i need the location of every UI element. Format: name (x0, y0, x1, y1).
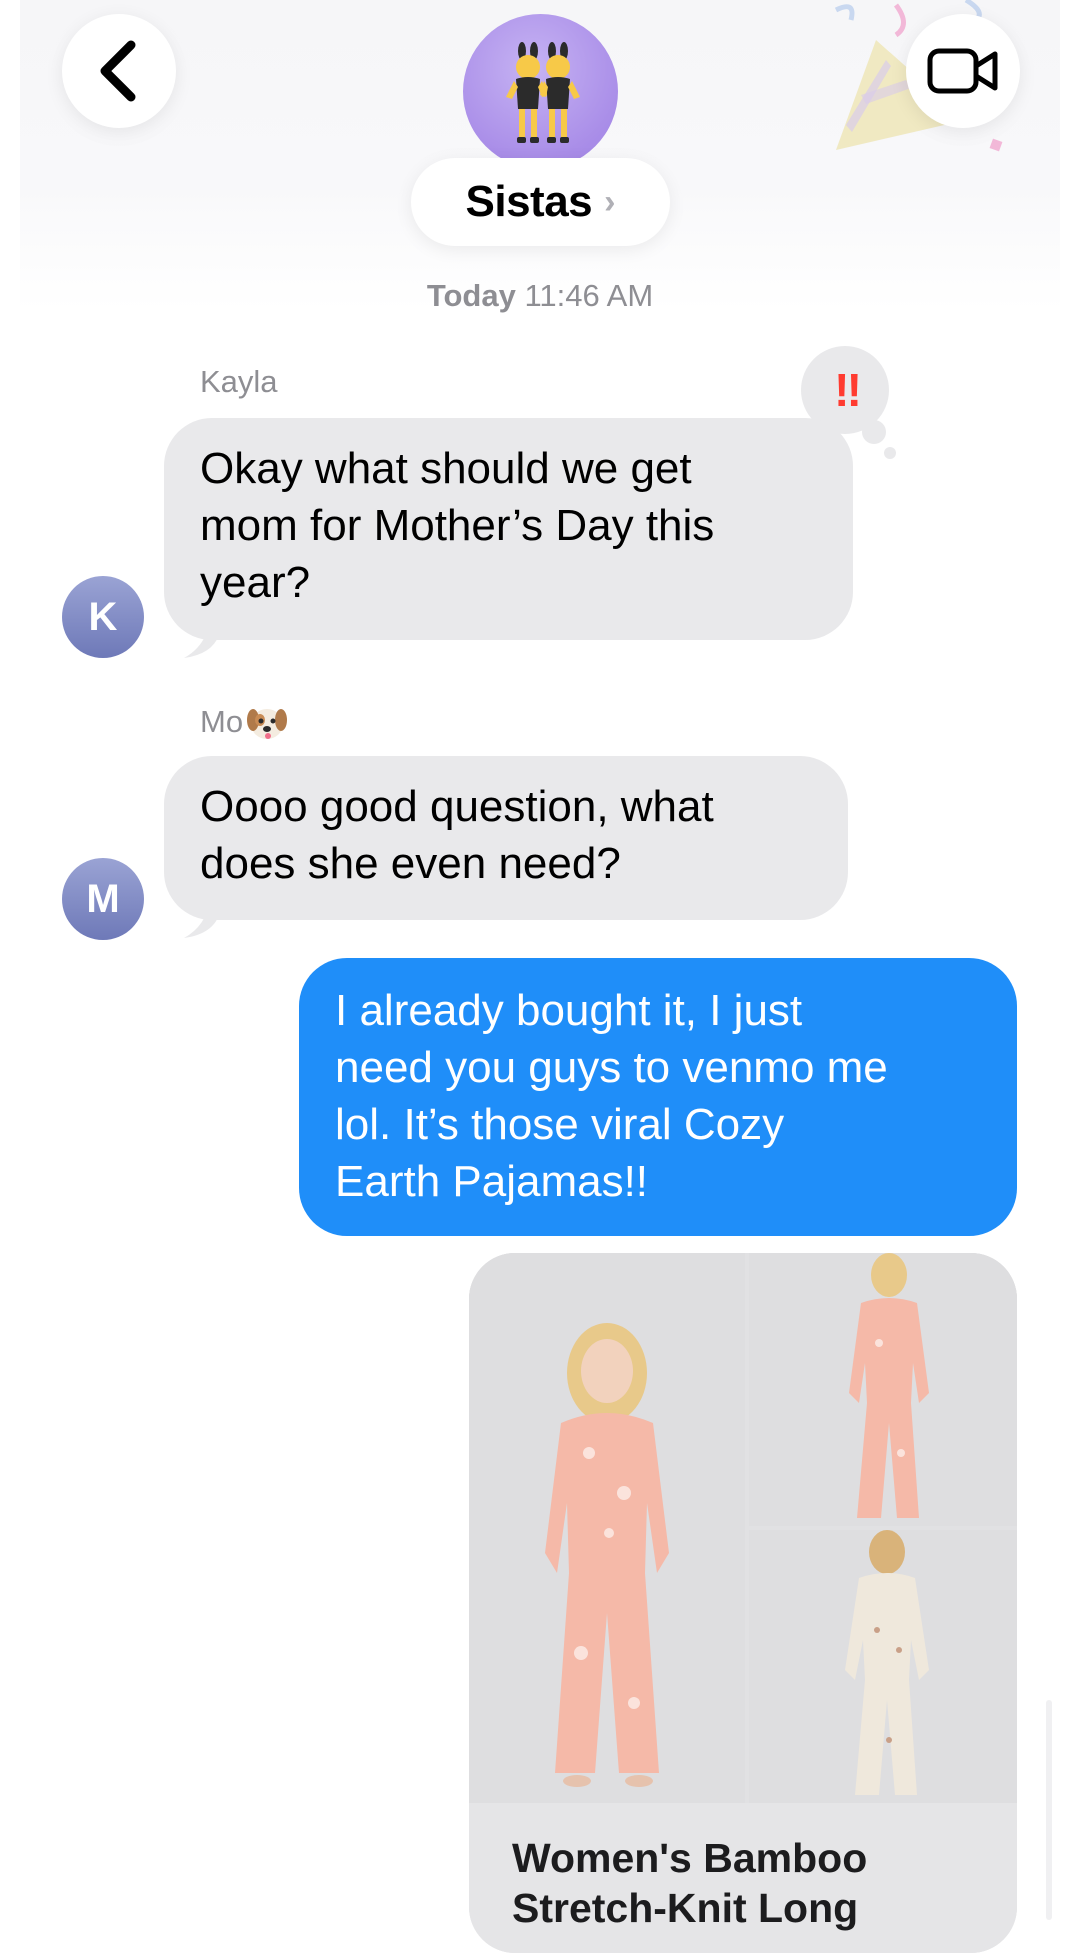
message-line: need you guys to venmo me (335, 1043, 888, 1092)
incoming-message-bubble[interactable]: Oooo good question, what does she even n… (164, 756, 848, 920)
sender-name: Kayla (200, 364, 278, 399)
video-camera-icon (927, 48, 998, 94)
link-preview-footer: Women's Bamboo Stretch-Knit Long (469, 1803, 1017, 1953)
message-line: Earth Pajamas!! (335, 1157, 649, 1206)
outgoing-message-bubble[interactable]: I already bought it, I just need you guy… (299, 958, 1017, 1236)
group-name: Sistas (465, 177, 593, 226)
pajamas-model-image (749, 1530, 1017, 1803)
sender-name-row: Mo (200, 702, 289, 742)
link-preview-card[interactable]: Women's Bamboo Stretch-Knit Long (469, 1253, 1017, 1953)
message-line: year? (200, 558, 311, 607)
dancing-women-emoji-icon (505, 41, 580, 143)
scroll-indicator[interactable] (1046, 1700, 1052, 1920)
group-avatar[interactable] (463, 14, 618, 169)
message-line: does she even need? (200, 839, 621, 888)
back-button[interactable] (62, 14, 176, 128)
message-line: Okay what should we get (200, 444, 692, 493)
bubble-tail (184, 900, 220, 938)
tapback-tail-dot (862, 420, 886, 444)
message-line: Oooo good question, what (200, 782, 714, 831)
link-title-line: Women's Bamboo (512, 1835, 868, 1881)
avatar[interactable]: M (62, 858, 144, 940)
timestamp-time: 11:46 AM (524, 278, 654, 313)
tapback-tail-dot (884, 447, 896, 459)
link-title-line: Stretch-Knit Long (512, 1885, 859, 1931)
message-line: mom for Mother’s Day this (200, 501, 715, 550)
sender-name: Mo (200, 704, 244, 739)
product-image-main (469, 1253, 745, 1803)
dog-face-emoji-icon (247, 709, 288, 739)
message-timestamp: Today 11:46 AM (0, 278, 1080, 314)
bubble-tail (184, 620, 220, 658)
timestamp-day: Today (426, 278, 516, 313)
chevron-left-icon (100, 40, 136, 102)
incoming-message-bubble[interactable]: Okay what should we get mom for Mother’s… (164, 418, 853, 640)
pajamas-model-image (469, 1253, 745, 1803)
group-name-button[interactable]: Sistas › (411, 158, 670, 246)
message-line: I already bought it, I just (335, 986, 803, 1035)
video-call-button[interactable] (906, 14, 1020, 128)
avatar[interactable]: K (62, 576, 144, 658)
link-preview-title: Women's Bamboo Stretch-Knit Long (512, 1833, 992, 1933)
product-image-secondary (749, 1253, 1017, 1526)
product-image-tertiary (749, 1530, 1017, 1803)
pajamas-model-image (749, 1253, 1017, 1526)
message-line: lol. It’s those viral Cozy (335, 1100, 785, 1149)
chevron-right-icon: › (604, 182, 616, 221)
